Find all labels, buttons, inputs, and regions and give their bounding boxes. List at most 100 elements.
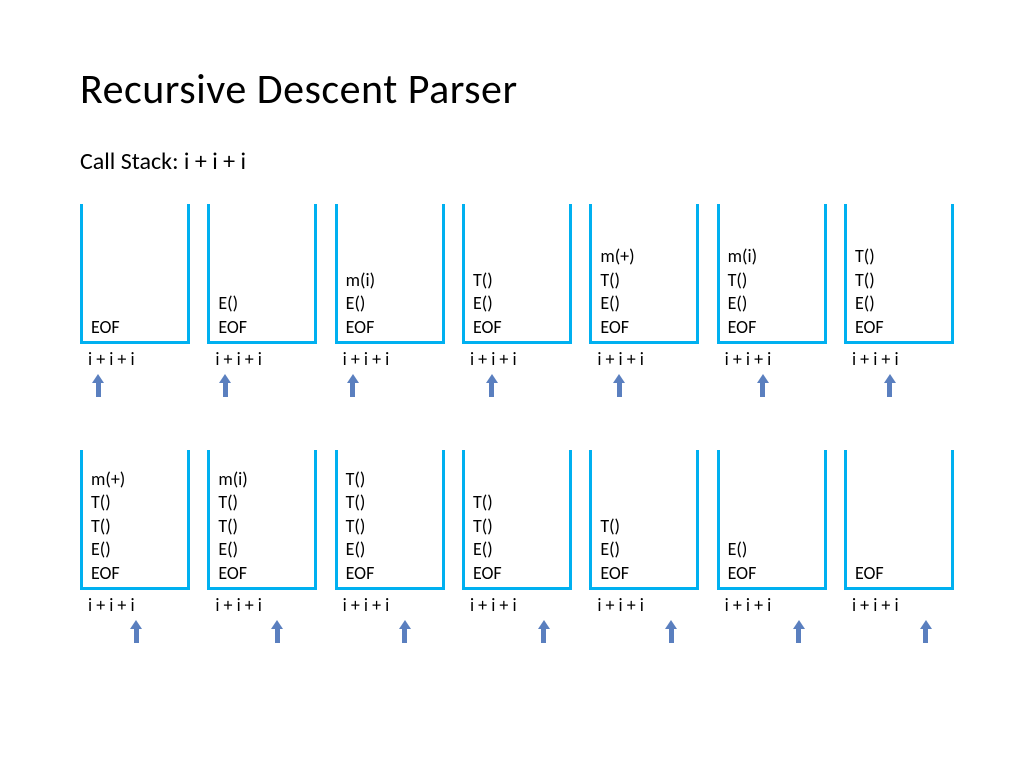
call-stack-bucket: T()E()EOF bbox=[462, 204, 572, 344]
cursor-arrow-icon bbox=[219, 374, 231, 397]
stack-entry: EOF bbox=[346, 316, 434, 339]
pointer-row bbox=[717, 618, 827, 648]
arrow-head-icon bbox=[793, 620, 805, 629]
call-stack-bucket: T()T()T()E()EOF bbox=[335, 450, 445, 590]
pointer-row bbox=[462, 618, 572, 648]
stack-entry: T() bbox=[91, 515, 179, 538]
stack-entry: E() bbox=[728, 538, 816, 561]
arrow-head-icon bbox=[538, 620, 550, 629]
pointer-row bbox=[589, 372, 699, 402]
input-string: i + i + i bbox=[207, 344, 317, 372]
stack-cell: E()EOFi + i + i bbox=[717, 450, 827, 648]
stack-cell: m(+)T()E()EOFi + i + i bbox=[589, 204, 699, 402]
stack-entry: T() bbox=[346, 468, 434, 491]
input-string: i + i + i bbox=[462, 590, 572, 618]
arrow-head-icon bbox=[486, 374, 498, 383]
arrow-shaft bbox=[541, 629, 546, 643]
arrow-head-icon bbox=[219, 374, 231, 383]
stack-entry: EOF bbox=[91, 562, 179, 585]
slide: Recursive Descent Parser Call Stack: i +… bbox=[0, 0, 1024, 648]
stack-entry: T() bbox=[473, 269, 561, 292]
cursor-arrow-icon bbox=[271, 620, 283, 643]
pointer-row bbox=[80, 618, 190, 648]
stack-entry: E() bbox=[728, 292, 816, 315]
stack-entry: E() bbox=[91, 538, 179, 561]
subtitle: Call Stack: i + i + i bbox=[80, 147, 954, 176]
call-stack-bucket: m(+)T()T()E()EOF bbox=[80, 450, 190, 590]
stack-entry: T() bbox=[600, 269, 688, 292]
stack-entry: T() bbox=[855, 269, 943, 292]
stack-entry: EOF bbox=[473, 562, 561, 585]
stack-entry: T() bbox=[728, 269, 816, 292]
call-stack-bucket: E()EOF bbox=[207, 204, 317, 344]
cursor-arrow-icon bbox=[130, 620, 142, 643]
stack-entry: T() bbox=[346, 515, 434, 538]
stack-cell: EOFi + i + i bbox=[80, 204, 190, 402]
stack-entry: T() bbox=[218, 491, 306, 514]
arrow-shaft bbox=[796, 629, 801, 643]
stack-cell: T()T()E()EOFi + i + i bbox=[462, 450, 572, 648]
arrow-head-icon bbox=[665, 620, 677, 629]
call-stack-bucket: EOF bbox=[80, 204, 190, 344]
cursor-arrow-icon bbox=[665, 620, 677, 643]
pointer-row bbox=[207, 372, 317, 402]
stack-entry: T() bbox=[473, 515, 561, 538]
stack-entry: m(i) bbox=[728, 245, 816, 268]
cursor-arrow-icon bbox=[757, 374, 769, 397]
cursor-arrow-icon bbox=[92, 374, 104, 397]
input-string: i + i + i bbox=[844, 590, 954, 618]
pointer-row bbox=[335, 372, 445, 402]
call-stack-bucket: T()T()E()EOF bbox=[844, 204, 954, 344]
pointer-row bbox=[80, 372, 190, 402]
stack-entry: EOF bbox=[600, 316, 688, 339]
stack-entry: E() bbox=[346, 292, 434, 315]
stack-entry: m(+) bbox=[91, 468, 179, 491]
input-string: i + i + i bbox=[80, 590, 190, 618]
stack-rows: EOFi + i + iE()EOFi + i + im(i)E()EOFi +… bbox=[80, 204, 954, 648]
stack-cell: T()E()EOFi + i + i bbox=[462, 204, 572, 402]
cursor-arrow-icon bbox=[884, 374, 896, 397]
stack-cell: T()T()E()EOFi + i + i bbox=[844, 204, 954, 402]
stack-entry: EOF bbox=[346, 562, 434, 585]
cursor-arrow-icon bbox=[486, 374, 498, 397]
cursor-arrow-icon bbox=[538, 620, 550, 643]
stack-entry: E() bbox=[473, 538, 561, 561]
pointer-row bbox=[335, 618, 445, 648]
call-stack-bucket: T()T()E()EOF bbox=[462, 450, 572, 590]
pointer-row bbox=[462, 372, 572, 402]
call-stack-bucket: EOF bbox=[844, 450, 954, 590]
stack-entry: EOF bbox=[728, 316, 816, 339]
stack-entry: T() bbox=[855, 245, 943, 268]
stack-entry: E() bbox=[600, 292, 688, 315]
input-string: i + i + i bbox=[335, 344, 445, 372]
pointer-row bbox=[717, 372, 827, 402]
stack-entry: E() bbox=[855, 292, 943, 315]
stack-entry: EOF bbox=[728, 562, 816, 585]
stack-cell: m(i)T()E()EOFi + i + i bbox=[717, 204, 827, 402]
arrow-shaft bbox=[134, 629, 139, 643]
stack-entry: EOF bbox=[473, 316, 561, 339]
call-stack-bucket: m(i)T()E()EOF bbox=[717, 204, 827, 344]
stack-cell: E()EOFi + i + i bbox=[207, 204, 317, 402]
stack-entry: m(i) bbox=[218, 468, 306, 491]
arrow-head-icon bbox=[347, 374, 359, 383]
stack-entry: EOF bbox=[600, 562, 688, 585]
stack-entry: m(i) bbox=[346, 269, 434, 292]
cursor-arrow-icon bbox=[399, 620, 411, 643]
stack-entry: EOF bbox=[218, 316, 306, 339]
cursor-arrow-icon bbox=[613, 374, 625, 397]
stack-cell: m(i)T()T()E()EOFi + i + i bbox=[207, 450, 317, 648]
input-string: i + i + i bbox=[335, 590, 445, 618]
call-stack-bucket: m(i)E()EOF bbox=[335, 204, 445, 344]
stack-cell: m(+)T()T()E()EOFi + i + i bbox=[80, 450, 190, 648]
arrow-shaft bbox=[350, 383, 355, 397]
cursor-arrow-icon bbox=[347, 374, 359, 397]
stack-cell: m(i)E()EOFi + i + i bbox=[335, 204, 445, 402]
arrow-head-icon bbox=[130, 620, 142, 629]
stack-cell: T()E()EOFi + i + i bbox=[589, 450, 699, 648]
input-string: i + i + i bbox=[462, 344, 572, 372]
arrow-head-icon bbox=[757, 374, 769, 383]
stack-entry: E() bbox=[346, 538, 434, 561]
cursor-arrow-icon bbox=[920, 620, 932, 643]
arrow-head-icon bbox=[271, 620, 283, 629]
